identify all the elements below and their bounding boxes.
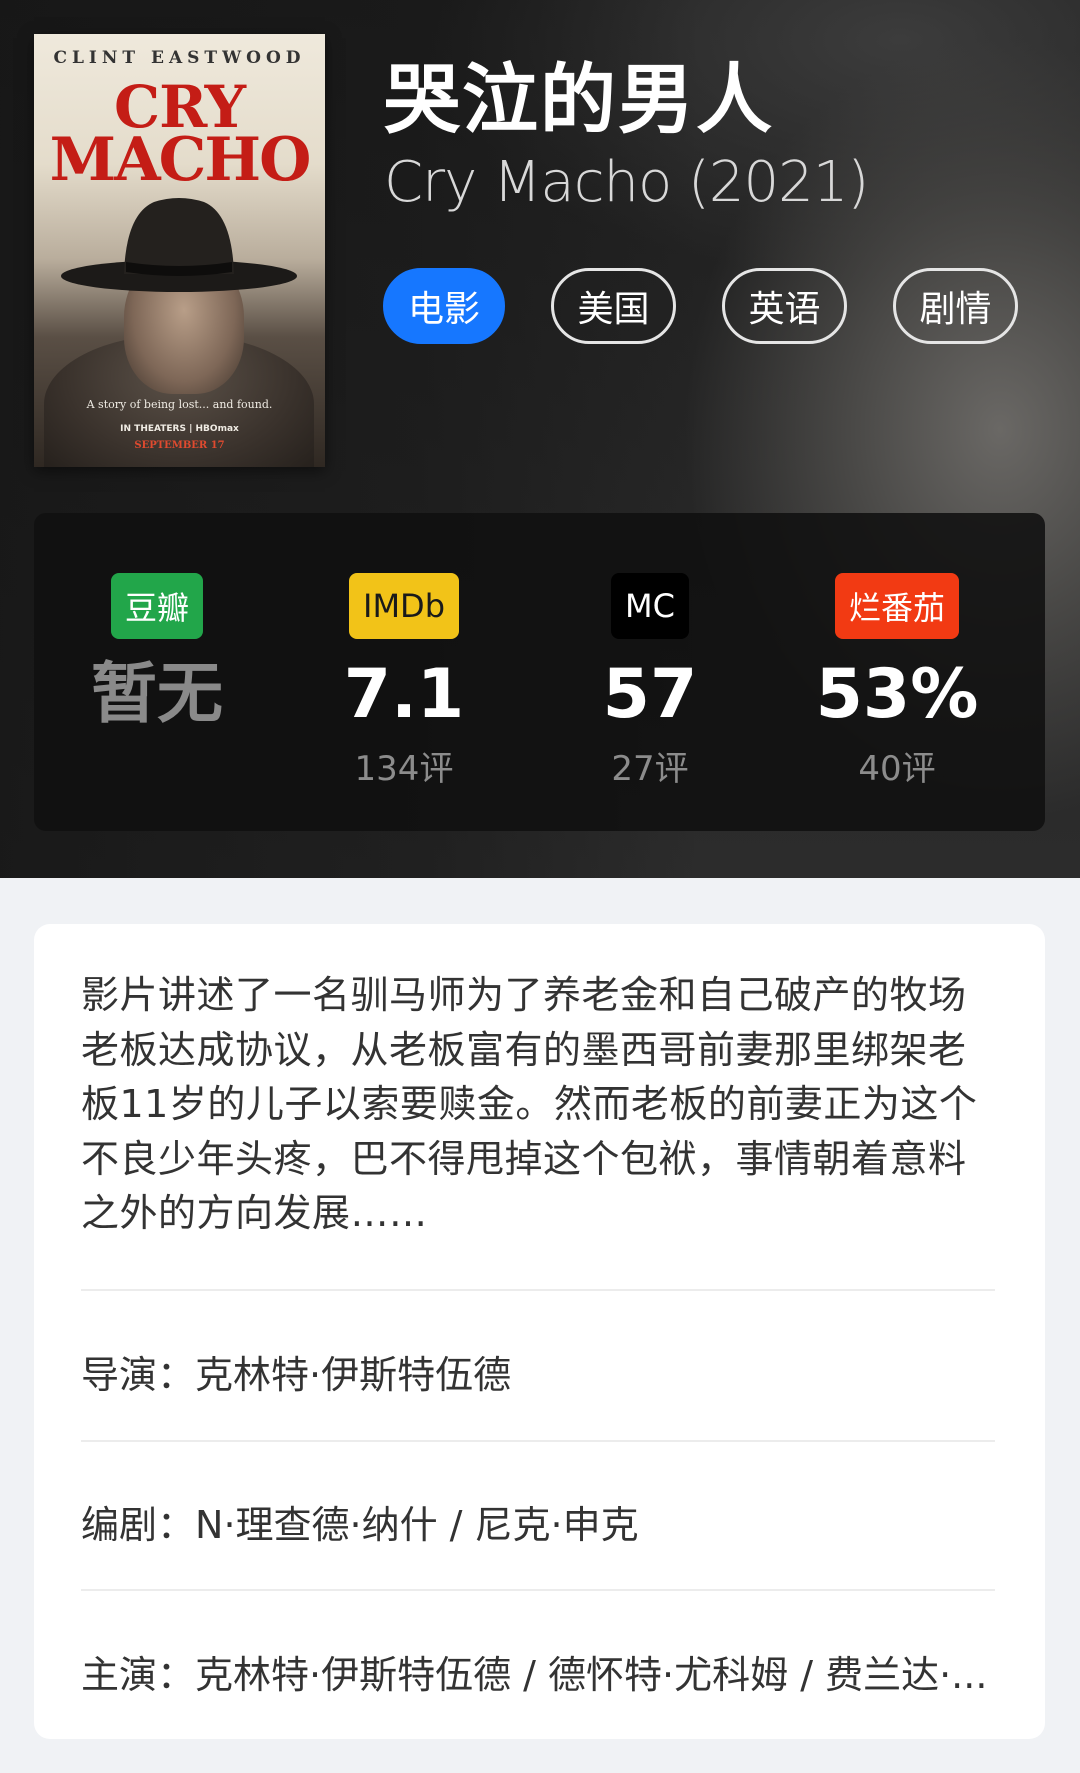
movie-poster[interactable]: CLINT EASTWOOD CRY MACHO A story of bein…	[34, 34, 325, 467]
poster-hat-illustration	[61, 198, 297, 292]
rating-metacritic[interactable]: MC 57 27评	[527, 513, 773, 831]
director-label: 导演：	[81, 1353, 196, 1397]
rt-score: 53%	[815, 655, 979, 734]
movie-title-cn: 哭泣的男人	[384, 55, 774, 144]
cast-label: 主演：	[81, 1653, 196, 1697]
mc-badge: MC	[611, 573, 689, 639]
writer-row[interactable]: 编剧：N·理查德·纳什 / 尼克·申克	[81, 1494, 1001, 1549]
movie-header: CLINT EASTWOOD CRY MACHO A story of bein…	[0, 0, 1080, 878]
rating-imdb[interactable]: IMDb 7.1 134评	[281, 513, 527, 831]
mc-count: 27评	[611, 749, 689, 789]
poster-release-date: SEPTEMBER 17	[134, 440, 225, 451]
tag-country[interactable]: 美国	[551, 268, 676, 344]
ratings-panel: 豆瓣 暂无 IMDb 7.1 134评 MC 57 27评 烂番茄 53% 40…	[34, 513, 1045, 831]
cast-value: 克林特·伊斯特伍德 / 德怀特·尤科姆 / 费兰达·...	[195, 1653, 988, 1697]
poster-actor-name: CLINT EASTWOOD	[53, 48, 306, 68]
rt-count: 40评	[858, 749, 936, 789]
genre-tags: 电影 美国 英语 剧情	[383, 268, 1018, 344]
writer-value: N·理查德·纳什 / 尼克·申克	[195, 1503, 639, 1547]
tag-genre[interactable]: 剧情	[893, 268, 1018, 344]
poster-tagline: A story of being lost... and found.	[86, 398, 273, 411]
cast-row[interactable]: 主演：克林特·伊斯特伍德 / 德怀特·尤科姆 / 费兰达·...	[81, 1644, 1001, 1699]
info-card: 影片讲述了一名驯马师为了养老金和自己破产的牧场老板达成协议，从老板富有的墨西哥前…	[34, 924, 1045, 1739]
mc-score: 57	[602, 655, 698, 734]
imdb-count: 134评	[354, 749, 454, 789]
rating-douban[interactable]: 豆瓣 暂无	[34, 513, 280, 831]
director-row[interactable]: 导演：克林特·伊斯特伍德	[81, 1344, 1001, 1399]
movie-title-en: Cry Macho (2021)	[384, 150, 869, 215]
imdb-score: 7.1	[343, 655, 465, 734]
tag-type[interactable]: 电影	[383, 268, 505, 344]
imdb-badge: IMDb	[349, 573, 459, 639]
divider	[81, 1440, 995, 1442]
divider	[81, 1289, 995, 1291]
poster-theaters: IN THEATERS | HBOmax	[120, 424, 239, 434]
douban-score: 暂无	[91, 655, 223, 732]
divider	[81, 1589, 995, 1591]
rt-badge: 烂番茄	[834, 573, 960, 639]
director-value: 克林特·伊斯特伍德	[195, 1353, 512, 1397]
tag-language[interactable]: 英语	[722, 268, 847, 344]
rating-rotten-tomatoes[interactable]: 烂番茄 53% 40评	[774, 513, 1020, 831]
synopsis-text[interactable]: 影片讲述了一名驯马师为了养老金和自己破产的牧场老板达成协议，从老板富有的墨西哥前…	[81, 968, 1003, 1241]
douban-badge: 豆瓣	[110, 573, 204, 639]
poster-title-line2: MACHO	[49, 125, 312, 195]
writer-label: 编剧：	[81, 1503, 196, 1547]
